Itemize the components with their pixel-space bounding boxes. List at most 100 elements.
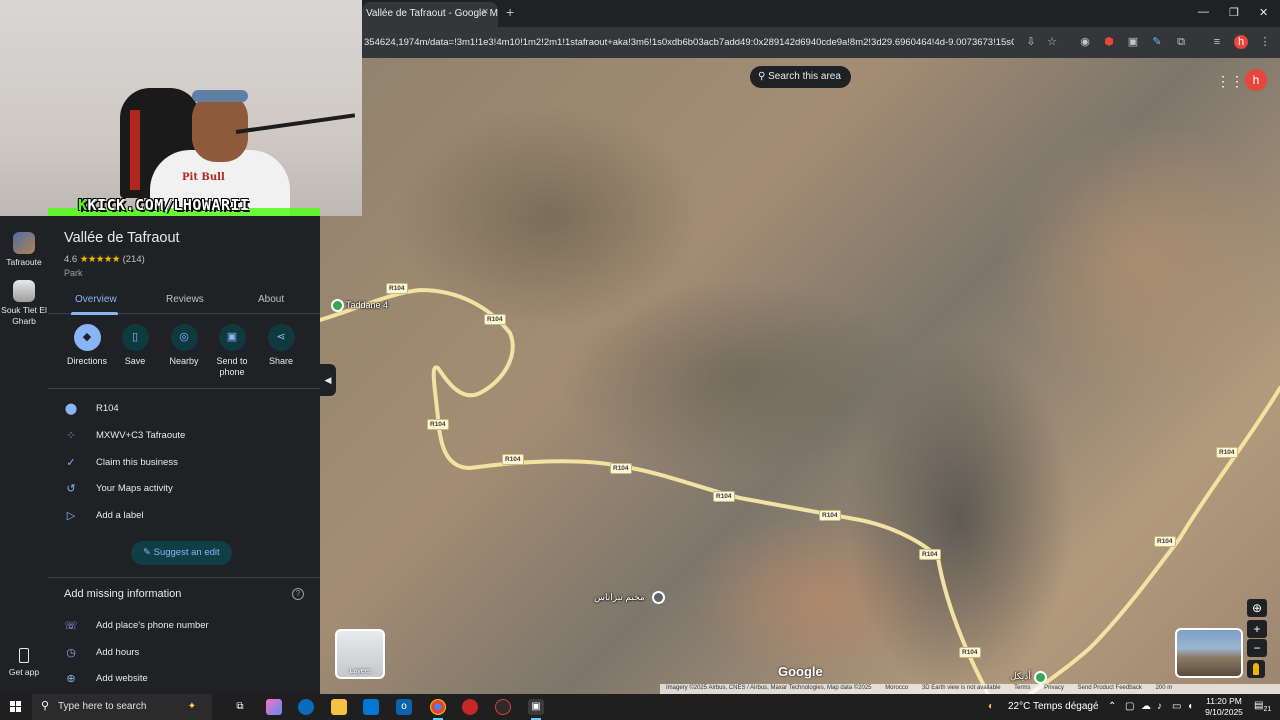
help-icon[interactable]: ?	[292, 588, 304, 600]
new-tab-button[interactable]: +	[506, 4, 514, 20]
rail-item-souk-tlet[interactable]: Souk Tlet El Gharb	[0, 280, 48, 327]
task-view-icon[interactable]: ⧉	[232, 699, 248, 715]
windows-start-icon[interactable]	[10, 701, 22, 713]
plus-code-row[interactable]: ⁘ MXWV+C3 Tafraoute	[64, 429, 314, 445]
tray-app-icon[interactable]: ▢	[1125, 701, 1134, 712]
zoom-in-button[interactable]: +	[1247, 620, 1267, 638]
extension-box-icon[interactable]: ▣	[1126, 35, 1140, 49]
zoom-out-button[interactable]: −	[1247, 639, 1267, 657]
copilot-sparkle-icon[interactable]: ✦	[184, 699, 200, 715]
pencil-icon: ✎	[143, 547, 151, 558]
tray-cloud-icon[interactable]: ☁	[1141, 701, 1151, 712]
shirt-print: Pit Bull	[182, 172, 225, 183]
address-text: R104	[96, 403, 119, 414]
tab-overview[interactable]: Overview	[75, 294, 117, 305]
claim-business-row[interactable]: ✓ Claim this business	[64, 456, 314, 472]
rating-row[interactable]: 4.6 ★★★★★ (214)	[64, 254, 145, 265]
tab-reviews[interactable]: Reviews	[166, 294, 204, 305]
weather-text[interactable]: 22°C Temps dégagé	[1008, 701, 1099, 712]
send-to-phone-button[interactable]: ▣ Send to phone	[207, 324, 257, 378]
bookmark-star-icon[interactable]: ☆	[1045, 35, 1059, 49]
poi-label[interactable]: أديكل	[1010, 671, 1031, 682]
extension-translate-icon[interactable]: ✎	[1150, 35, 1164, 49]
park-pin-icon[interactable]	[331, 299, 344, 312]
outlook-icon[interactable]: o	[396, 699, 412, 715]
store-icon[interactable]	[363, 699, 379, 715]
search-this-area-button[interactable]: ⚲ Search this area	[750, 66, 851, 88]
feedback-link[interactable]: Send Product Feedback	[1078, 685, 1142, 691]
extension-abp-icon[interactable]: ⬢	[1102, 35, 1116, 49]
restore-button[interactable]: ❐	[1229, 6, 1239, 19]
divider	[48, 577, 320, 578]
address-row[interactable]: ⬤ R104	[64, 402, 314, 418]
road-label: R104	[386, 283, 408, 294]
taskbar-clock[interactable]: 11:20 PM 9/10/2025	[1200, 696, 1248, 718]
rail-thumb-image	[13, 232, 35, 254]
install-app-icon[interactable]: ⇩	[1024, 35, 1038, 49]
chair-accent	[130, 110, 140, 190]
park-pin-icon[interactable]	[1034, 671, 1047, 684]
google-apps-icon[interactable]: ⋮⋮	[1216, 73, 1244, 90]
volume-icon[interactable]: ◖	[1187, 701, 1193, 712]
get-app-button[interactable]: Get app	[0, 648, 48, 677]
search-this-area-label: Search this area	[768, 71, 841, 82]
chevron-up-icon[interactable]: ⌃	[1108, 701, 1116, 712]
share-button[interactable]: ⋖ Share	[256, 324, 306, 367]
rail-item-tafraoute[interactable]: Tafraoute	[0, 232, 48, 268]
file-explorer-icon[interactable]	[331, 699, 347, 715]
search-icon: ⚲	[41, 700, 50, 712]
browser-tab[interactable]: Vallée de Tafraout - Google Ma	[362, 2, 498, 27]
add-label-row[interactable]: ▷ Add a label	[64, 509, 314, 525]
minimize-button[interactable]: —	[1198, 6, 1209, 18]
add-phone-row[interactable]: ☏ Add place's phone number	[64, 619, 314, 635]
nearby-button[interactable]: ◎ Nearby	[159, 324, 209, 367]
left-rail: Tafraoute Souk Tlet El Gharb Get app	[0, 216, 48, 694]
claim-business-text: Claim this business	[96, 457, 178, 468]
save-button[interactable]: ▯ Save	[110, 324, 160, 367]
layers-button[interactable]: Layers	[335, 629, 385, 679]
satellite-map[interactable]: R104 R104 R104 R104 R104 R104 R104 R104 …	[320, 58, 1280, 694]
profile-avatar[interactable]: h	[1234, 35, 1248, 49]
search-icon: ⚲	[758, 71, 766, 82]
directions-button[interactable]: ◆ Directions	[62, 324, 112, 367]
privacy-link[interactable]: Privacy	[1044, 685, 1064, 691]
scale-label[interactable]: 200 m	[1156, 685, 1173, 691]
camping-pin-icon[interactable]	[652, 591, 665, 604]
poi-label[interactable]: مخيم تيزاناس	[594, 592, 645, 603]
poi-label[interactable]: Taddane 4	[346, 300, 388, 310]
close-window-button[interactable]: ✕	[1259, 6, 1268, 19]
suggest-edit-button[interactable]: ✎ Suggest an edit	[131, 541, 232, 565]
tab-about[interactable]: About	[258, 294, 284, 305]
terms-link[interactable]: Terms	[1014, 685, 1030, 691]
obs-icon[interactable]	[462, 699, 478, 715]
add-hours-row[interactable]: ◷ Add hours	[64, 646, 314, 662]
taskbar-search-placeholder: Type here to search	[58, 701, 147, 712]
network-icon[interactable]: ▭	[1172, 701, 1181, 712]
road-label: R104	[819, 510, 841, 521]
extensions-puzzle-icon[interactable]: ⧉	[1174, 35, 1188, 49]
edge-browser-icon[interactable]	[298, 699, 314, 715]
weather-icon[interactable]: ◐	[988, 701, 994, 712]
maps-activity-row[interactable]: ↺ Your Maps activity	[64, 482, 314, 498]
media-control-icon[interactable]: ≡	[1210, 35, 1224, 49]
action-label: Share	[268, 356, 294, 366]
notification-icon[interactable]: ▤21	[1254, 700, 1271, 713]
pegman-icon[interactable]	[1247, 660, 1265, 678]
add-website-row[interactable]: ⊕ Add website	[64, 672, 314, 688]
app-icon-red[interactable]	[495, 699, 511, 715]
copilot-app-icon[interactable]	[266, 699, 282, 715]
tab-close-icon[interactable]: ×	[482, 6, 488, 18]
chrome-menu-icon[interactable]: ⋮	[1258, 35, 1272, 49]
extension-incognito-icon[interactable]: ◉	[1078, 35, 1092, 49]
microphone-arm	[235, 113, 356, 134]
url-field[interactable]: 354624,1974m/data=!3m1!1e3!4m10!1m2!2m1!…	[364, 37, 1014, 48]
chrome-icon[interactable]	[430, 699, 446, 720]
place-category[interactable]: Park	[64, 268, 83, 278]
rail-item-label: Souk Tlet El Gharb	[1, 305, 47, 326]
my-location-button[interactable]: ⊕	[1247, 599, 1267, 617]
account-avatar[interactable]: h	[1245, 69, 1267, 91]
collapse-panel-button[interactable]: ◀	[320, 364, 336, 396]
street-view-thumbnail[interactable]	[1175, 628, 1243, 678]
app-icon-active[interactable]: ▣	[528, 699, 544, 720]
microphone-icon[interactable]: ♪	[1157, 701, 1162, 712]
